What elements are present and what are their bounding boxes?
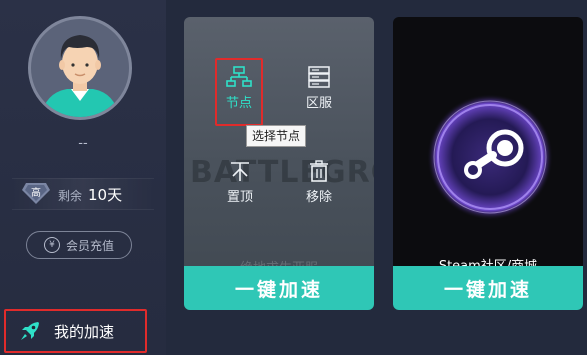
yen-icon: ¥	[43, 237, 60, 253]
user-avatar-icon	[41, 35, 119, 117]
remain-days: 10天	[88, 186, 123, 204]
recharge-button[interactable]: ¥ 会员充值	[26, 231, 132, 259]
steam-logo-icon	[427, 94, 553, 220]
my-speed-menu-item[interactable]: 我的加速	[4, 309, 147, 353]
pin-top-icon	[231, 162, 249, 181]
select-node-button[interactable]: 节点	[215, 58, 263, 126]
node-label: 节点	[225, 96, 252, 111]
my-speed-label: 我的加速	[54, 322, 115, 341]
select-server-button[interactable]: 区服	[296, 66, 342, 111]
server-icon	[308, 66, 330, 88]
rocket-icon	[21, 322, 39, 340]
pin-label: 置顶	[226, 190, 253, 205]
vip-diamond-icon: 高	[22, 183, 50, 204]
pin-to-top-button[interactable]: 置顶	[217, 160, 263, 205]
game-card-pubg[interactable]: BATTLEGROUNDS 绝地求生亚服 一键加速	[184, 17, 374, 310]
server-label: 区服	[305, 96, 332, 111]
one-click-boost-button[interactable]: 一键加速	[393, 266, 583, 310]
tooltip-select-node: 选择节点	[246, 125, 307, 147]
username: --	[78, 136, 88, 151]
remove-label: 移除	[305, 190, 332, 205]
trash-icon	[310, 160, 328, 182]
node-icon	[226, 66, 252, 87]
recharge-button-label: 会员充值	[65, 238, 114, 253]
remain-label: 剩余	[58, 189, 83, 203]
sidebar: -- 高 剩余 10天 ¥ 会员充值 我的加速	[0, 0, 166, 355]
vip-badge-text: 高	[31, 186, 41, 199]
one-click-boost-button[interactable]: 一键加速	[184, 266, 374, 310]
avatar[interactable]	[28, 16, 132, 120]
remove-button[interactable]: 移除	[296, 160, 342, 205]
